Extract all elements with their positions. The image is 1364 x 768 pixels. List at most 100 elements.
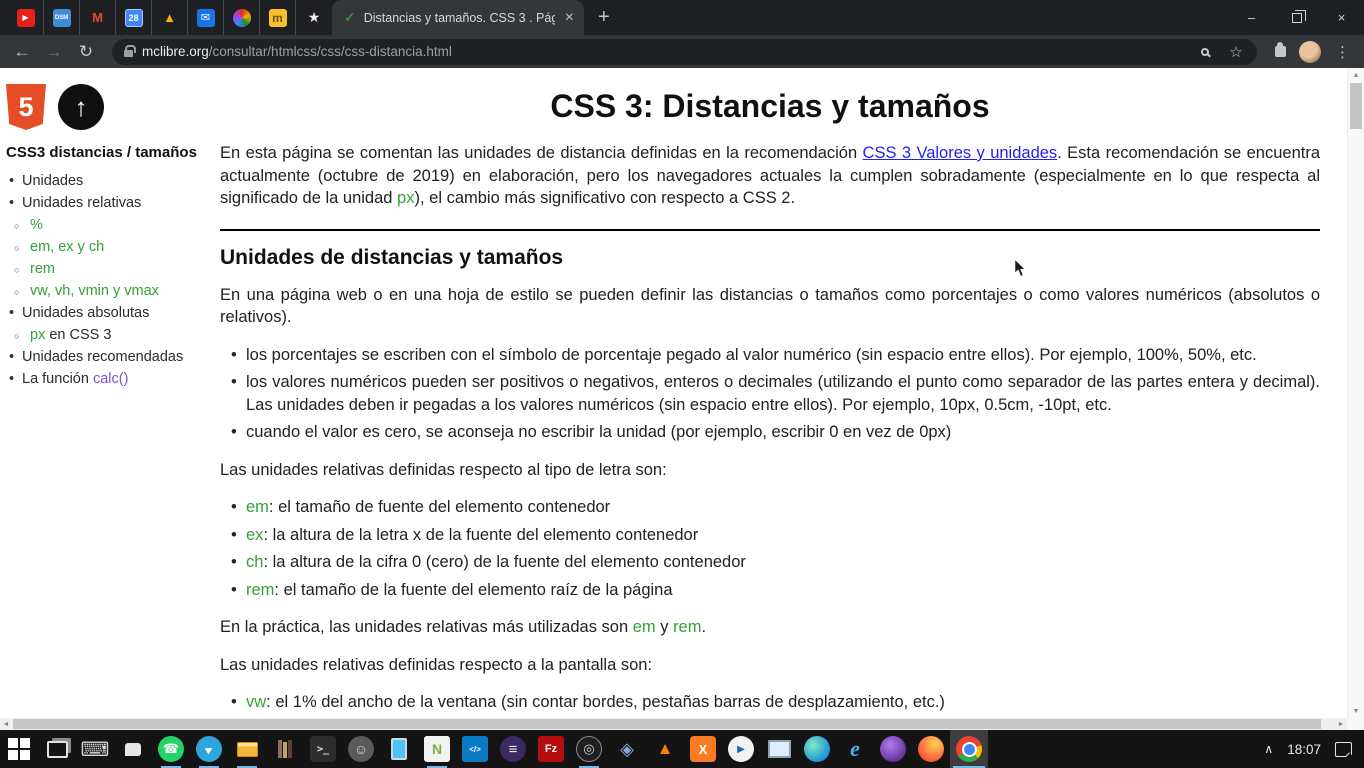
unit-list-item: ch: la altura de la cifra 0 (cero) de la… <box>231 551 1320 574</box>
taskbar-touch-keyboard[interactable] <box>76 730 114 768</box>
taskbar-media-player[interactable] <box>722 730 760 768</box>
scroll-up-arrow-icon[interactable]: ▲ <box>1348 68 1364 82</box>
taskbar-firefox[interactable] <box>912 730 950 768</box>
purple-app-icon <box>880 736 906 762</box>
tray-clock[interactable]: 18:07 <box>1287 742 1321 757</box>
bookmark-star-icon[interactable]: ☆ <box>1225 43 1247 61</box>
html5-logo-icon: 5 <box>6 84 46 130</box>
pinned-tab-bookmark-star[interactable] <box>296 0 332 35</box>
browser-toolbar: ← → ↻ mclibre.org/consultar/htmlcss/css/… <box>0 35 1364 68</box>
mouse-cursor <box>1014 258 1027 278</box>
sidebar-item-px-en-css3[interactable]: px en CSS 3 <box>6 324 212 347</box>
sidebar-item-porcentaje[interactable]: % <box>6 214 212 237</box>
back-button[interactable]: ← <box>8 38 36 66</box>
taskbar-file-explorer[interactable] <box>228 730 266 768</box>
taskbar-powershell[interactable] <box>304 730 342 768</box>
tab-close-icon[interactable]: × <box>563 9 576 26</box>
community-favicon-icon <box>232 8 251 27</box>
taskbar-icons <box>0 730 988 768</box>
taskbar-notepad-plus-plus[interactable] <box>418 730 456 768</box>
unit-list-item: em: el tamaño de fuente del elemento con… <box>231 496 1320 519</box>
minimize-button[interactable]: – <box>1229 0 1274 35</box>
chrome-icon <box>956 736 982 762</box>
sidebar-item-unidades[interactable]: Unidades <box>6 170 212 192</box>
sidebar-item-unidades-absolutas[interactable]: Unidades absolutas <box>6 302 212 324</box>
pinned-tab-community[interactable] <box>224 0 260 35</box>
vertical-scroll-thumb[interactable] <box>1350 83 1362 129</box>
taskbar-xampp[interactable] <box>684 730 722 768</box>
taskbar-task-view[interactable] <box>38 730 76 768</box>
sidebar-item-unidades-recomendadas[interactable]: Unidades recomendadas <box>6 346 212 368</box>
taskbar-calibre[interactable] <box>266 730 304 768</box>
pinned-tab-youtube[interactable] <box>8 0 44 35</box>
vw-unit-link[interactable]: vw <box>246 693 266 711</box>
sidebar-item-em-ex-ch[interactable]: em, ex y ch <box>6 236 212 259</box>
em-unit-link[interactable]: em <box>633 618 656 636</box>
sidebar-item-vw-vh-vmin-vmax[interactable]: vw, vh, vmin y vmax <box>6 280 212 303</box>
ex-unit-link[interactable]: ex <box>246 526 263 544</box>
taskbar-obs-studio[interactable] <box>570 730 608 768</box>
taskbar-purple-app[interactable] <box>874 730 912 768</box>
back-to-top-icon[interactable]: ↑ <box>58 84 104 130</box>
spec-link[interactable]: CSS 3 Valores y unidades <box>863 144 1058 162</box>
taskbar-chrome[interactable] <box>950 730 988 768</box>
px-unit-link[interactable]: px <box>397 189 414 207</box>
taskbar-start[interactable] <box>0 730 38 768</box>
taskbar-filezilla[interactable] <box>532 730 570 768</box>
scroll-down-arrow-icon[interactable]: ▼ <box>1348 704 1364 718</box>
taskbar-telegram[interactable] <box>190 730 228 768</box>
taskbar-vscode[interactable] <box>456 730 494 768</box>
menu-kebab-icon[interactable]: ⋮ <box>1329 43 1356 61</box>
horizontal-scroll-thumb[interactable] <box>13 719 1321 729</box>
vertical-scrollbar[interactable]: ▲ ▼ <box>1347 68 1364 718</box>
virtualbox-icon <box>614 736 640 762</box>
scroll-right-arrow-icon[interactable]: ► <box>1335 718 1347 730</box>
paragraph-practica: En la práctica, las unidades relativas m… <box>220 616 1320 639</box>
pinned-tab-calendar[interactable]: 28 <box>116 0 152 35</box>
taskbar-vlc[interactable] <box>646 730 684 768</box>
taskbar-whatsapp[interactable] <box>152 730 190 768</box>
vlc-icon <box>652 736 678 762</box>
close-button[interactable]: × <box>1319 0 1364 35</box>
taskbar-virtualbox[interactable] <box>608 730 646 768</box>
pinned-tab-mail[interactable] <box>188 0 224 35</box>
zoom-indicator-icon[interactable] <box>1194 47 1216 56</box>
rule-list-item: los valores numéricos pueden ser positiv… <box>231 371 1320 416</box>
ch-unit-link[interactable]: ch <box>246 553 263 571</box>
taskbar-your-phone[interactable] <box>380 730 418 768</box>
url-text[interactable]: mclibre.org/consultar/htmlcss/css/css-di… <box>142 44 1185 59</box>
extensions-puzzle-icon[interactable] <box>1269 42 1291 57</box>
pinned-tab-gmail[interactable]: M <box>80 0 116 35</box>
em-unit-link[interactable]: em <box>246 498 269 516</box>
lock-icon[interactable] <box>124 45 136 57</box>
new-tab-button[interactable]: + <box>584 0 624 35</box>
restore-button[interactable] <box>1274 0 1319 35</box>
taskbar-globe-app[interactable] <box>798 730 836 768</box>
tray-chevron-icon[interactable]: ∧ <box>1264 742 1273 756</box>
horizontal-scrollbar[interactable]: ◄ ► <box>0 718 1347 730</box>
reload-button[interactable]: ↻ <box>72 38 100 66</box>
your-phone-icon <box>386 736 412 762</box>
xampp-icon <box>690 736 716 762</box>
sidebar-item-la-funcion-calc[interactable]: La función calc() <box>6 368 212 390</box>
active-tab[interactable]: ✓ Distancias y tamaños. CSS 3 . Pág × <box>332 0 584 35</box>
rule-list-item: cuando el valor es cero, se aconseja no … <box>231 421 1320 444</box>
pinned-tab-drive[interactable] <box>152 0 188 35</box>
address-bar[interactable]: mclibre.org/consultar/htmlcss/css/css-di… <box>112 38 1257 65</box>
taskbar-internet-explorer[interactable] <box>836 730 874 768</box>
tab-title: Distancias y tamaños. CSS 3 . Pág <box>363 10 555 25</box>
action-center-icon[interactable] <box>1335 741 1352 757</box>
taskbar-system-monitor[interactable] <box>760 730 798 768</box>
taskbar-eclipse[interactable] <box>494 730 532 768</box>
pinned-tab-dsm[interactable]: DSM <box>44 0 80 35</box>
scroll-left-arrow-icon[interactable]: ◄ <box>0 718 12 730</box>
pinned-tab-moodle[interactable]: m <box>260 0 296 35</box>
rem-unit-link[interactable]: rem <box>673 618 701 636</box>
profile-avatar[interactable] <box>1299 40 1321 63</box>
taskbar-chat-app[interactable] <box>114 730 152 768</box>
sidebar-item-rem[interactable]: rem <box>6 258 212 281</box>
forward-button[interactable]: → <box>40 38 68 66</box>
taskbar-monkey-app[interactable] <box>342 730 380 768</box>
sidebar-item-unidades-relativas[interactable]: Unidades relativas <box>6 192 212 214</box>
rem-unit-link[interactable]: rem <box>246 581 274 599</box>
